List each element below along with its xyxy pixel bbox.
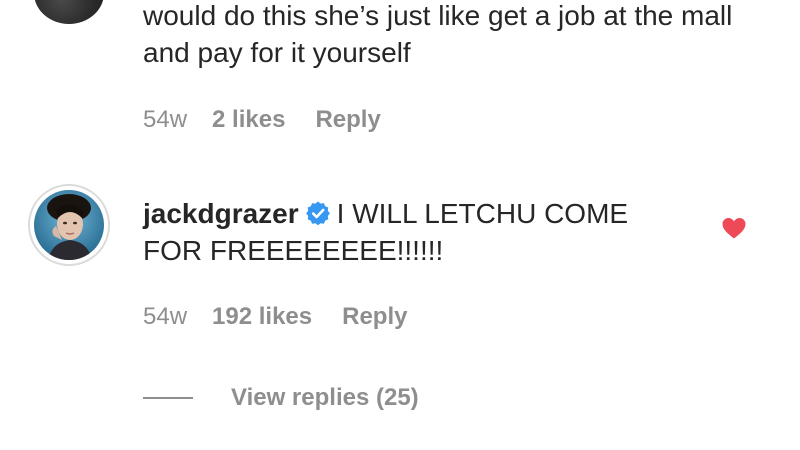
profile-photo bbox=[34, 190, 104, 260]
avatar[interactable] bbox=[28, 184, 110, 266]
comments-panel: would do this she’s just like get a job … bbox=[0, 0, 800, 450]
reply-button[interactable]: Reply bbox=[342, 303, 407, 331]
comment-age: 54w bbox=[143, 106, 188, 133]
view-replies-button[interactable]: View replies (25) bbox=[231, 384, 419, 412]
comment-age: 54w bbox=[143, 303, 188, 330]
avatar[interactable] bbox=[34, 0, 104, 24]
reply-button[interactable]: Reply bbox=[315, 106, 380, 134]
divider-line bbox=[143, 397, 193, 399]
heart-icon[interactable] bbox=[721, 216, 747, 240]
likes-count[interactable]: 192 likes bbox=[212, 303, 312, 331]
comment-meta: 54w 2 likes Reply bbox=[143, 104, 381, 136]
verified-badge-icon bbox=[305, 201, 330, 226]
username[interactable]: jackdgrazer bbox=[143, 198, 299, 229]
comment-text: would do this she’s just like get a job … bbox=[143, 0, 733, 68]
comment-meta: 54w 192 likes Reply bbox=[143, 301, 407, 333]
comment-text-block: jackdgrazer I WILL LETCHU COME FOR FREEEE… bbox=[143, 195, 688, 269]
likes-count[interactable]: 2 likes bbox=[212, 106, 285, 134]
view-replies-row[interactable]: View replies (25) bbox=[143, 382, 419, 414]
